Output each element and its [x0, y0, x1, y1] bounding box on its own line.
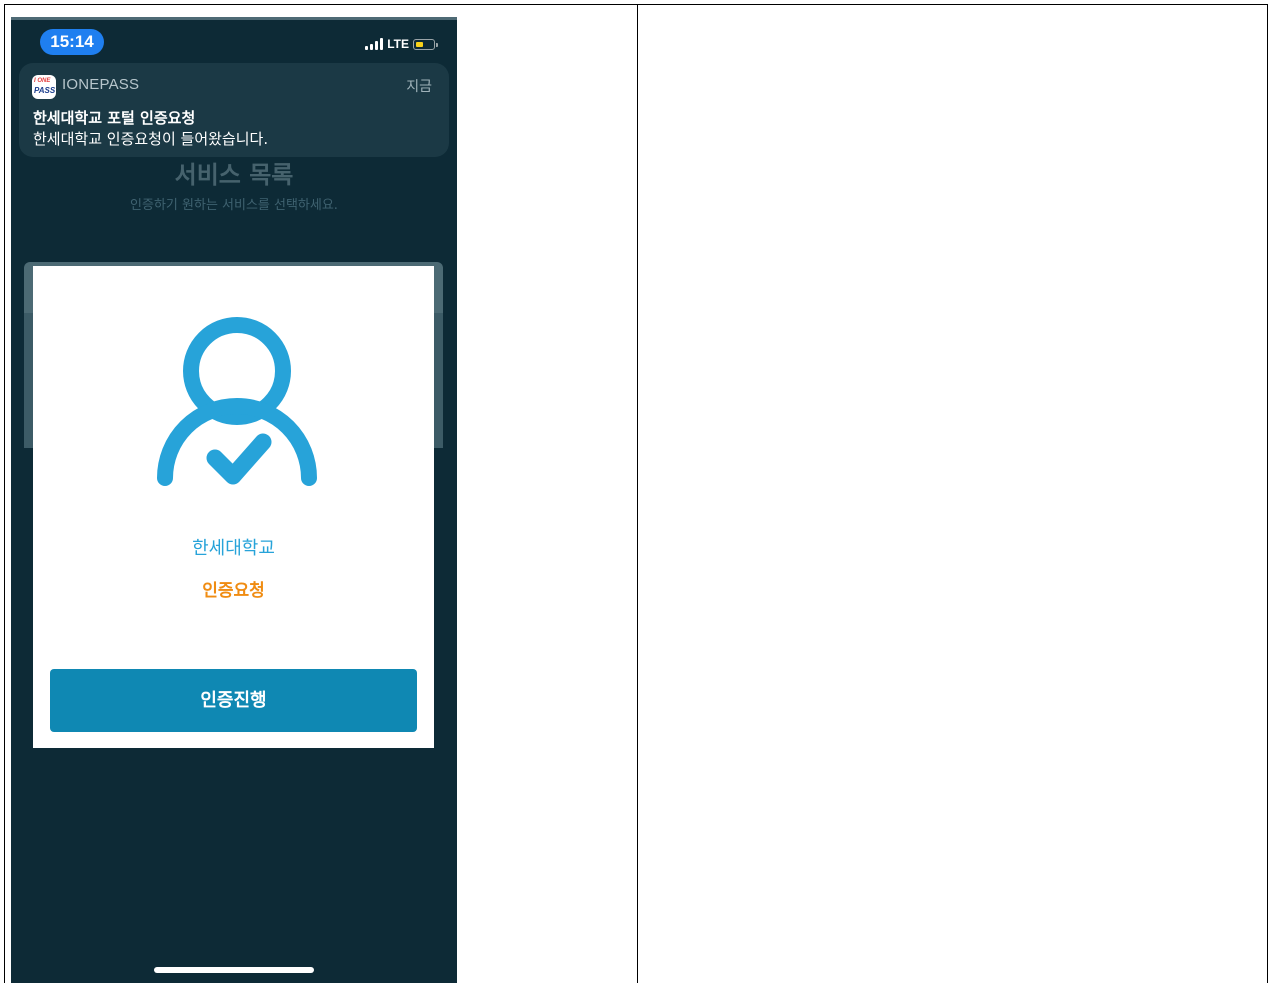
- notification-time: 지금: [406, 79, 432, 95]
- status-indicators: LTE: [365, 36, 438, 52]
- proceed-auth-button[interactable]: 인증진행: [50, 669, 417, 732]
- ionepass-app-icon: I ONE PASS: [32, 75, 56, 99]
- notification-app-name: IONEPASS: [62, 76, 140, 93]
- phone-screenshot: 서비스 목록 인증하기 원하는 서비스를 선택하세요. 15:14 LTE I …: [11, 17, 457, 983]
- status-time-pill: 15:14: [40, 29, 104, 55]
- auth-request-status: 인증요청: [202, 581, 265, 601]
- network-type: LTE: [387, 37, 409, 51]
- battery-icon: [413, 38, 438, 50]
- home-indicator[interactable]: [154, 967, 314, 973]
- notification-title: 한세대학교 포털 인증요청: [33, 109, 196, 127]
- organization-name: 한세대학교: [192, 538, 275, 559]
- background-title: 서비스 목록: [174, 161, 294, 189]
- signal-icon: [365, 38, 384, 50]
- background-subtitle: 인증하기 원하는 서비스를 선택하세요.: [130, 198, 338, 213]
- user-check-icon: [157, 317, 317, 486]
- column-divider: [637, 4, 638, 983]
- auth-request-modal: 한세대학교 인증요청 인증진행: [33, 266, 434, 748]
- phone-top-edge: [11, 17, 457, 20]
- page: 서비스 목록 인증하기 원하는 서비스를 선택하세요. 15:14 LTE I …: [0, 0, 1269, 983]
- notification-body: 한세대학교 인증요청이 들어왔습니다.: [33, 130, 269, 148]
- push-notification[interactable]: I ONE PASS IONEPASS 지금 한세대학교 포털 인증요청 한세대…: [19, 63, 449, 157]
